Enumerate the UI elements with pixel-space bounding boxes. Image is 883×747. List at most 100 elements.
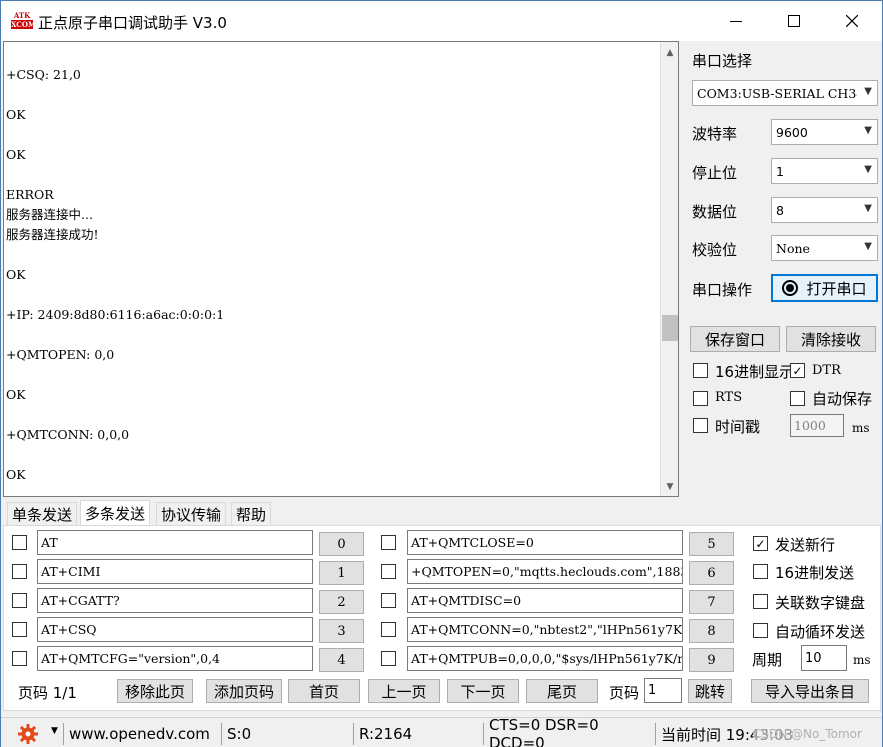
next-page-button[interactable]: 下一页 (447, 679, 519, 703)
logo-text-top: ATK (13, 11, 31, 20)
receive-line: +QMTOPEN: 0,0 (6, 347, 115, 362)
port-select[interactable]: COM3:USB-SERIAL CH340 ▼ (692, 80, 878, 106)
receive-area[interactable]: +CSQ: 21,0 OK OK ERROR 服务器连接中... 服务器连接成功! OK +I… (3, 41, 679, 497)
scroll-up-icon[interactable]: ▲ (661, 44, 678, 62)
receive-line: OK (6, 387, 26, 402)
hex-send-label: 16进制发送 (775, 564, 855, 582)
close-icon (846, 15, 858, 27)
send-command-button[interactable]: 8 (689, 619, 734, 643)
command-checkbox[interactable] (381, 622, 396, 637)
send-command-button[interactable]: 0 (319, 532, 364, 556)
receive-line: 服务器连接成功! (6, 227, 99, 242)
send-command-button[interactable]: 9 (689, 648, 734, 672)
tab-help[interactable]: 帮助 (231, 502, 272, 526)
baud-select[interactable]: 9600 ▼ (771, 119, 878, 145)
command-checkbox[interactable] (381, 593, 396, 608)
parity-label: 校验位 (692, 241, 738, 259)
command-input[interactable]: +QMTOPEN=0,"mqtts.heclouds.com",1883 (407, 559, 683, 584)
record-icon (782, 280, 799, 296)
command-checkbox[interactable] (12, 622, 27, 637)
gear-dropdown-icon[interactable]: ▼ (51, 726, 58, 736)
receive-line: OK (6, 467, 26, 482)
receive-line: OK (6, 267, 26, 282)
data-bits-label: 数据位 (692, 203, 738, 221)
prev-page-button[interactable]: 上一页 (368, 679, 440, 703)
minimize-icon (730, 20, 742, 22)
hex-display-label: 16进制显示 (715, 363, 795, 381)
import-export-button[interactable]: 导入导出条目 (751, 679, 869, 703)
send-command-button[interactable]: 7 (689, 590, 734, 614)
app-logo: ATK XCOM (11, 11, 36, 31)
stop-bits-value: 1 (776, 163, 784, 179)
chevron-down-icon: ▼ (864, 86, 872, 97)
receive-line (6, 165, 656, 185)
command-input[interactable]: AT+QMTCFG="version",0,4 (37, 646, 313, 671)
close-button[interactable] (823, 1, 881, 41)
send-newline-checkbox[interactable]: ✓ (753, 536, 768, 551)
page-input[interactable]: 1 (644, 678, 682, 703)
remove-page-button[interactable]: 移除此页 (117, 679, 193, 703)
command-checkbox[interactable] (12, 535, 27, 550)
first-page-button[interactable]: 首页 (288, 679, 360, 703)
rts-checkbox[interactable] (693, 391, 708, 406)
hex-display-checkbox[interactable] (693, 363, 708, 378)
watermark: CSDN @No_Tomor (753, 727, 862, 741)
gear-icon[interactable] (17, 723, 39, 745)
dtr-checkbox[interactable]: ✓ (790, 363, 805, 378)
last-page-button[interactable]: 尾页 (526, 679, 598, 703)
receive-scrollbar[interactable]: ▲ ▼ (660, 42, 678, 496)
tab-single-send[interactable]: 单条发送 (7, 502, 78, 526)
save-window-button[interactable]: 保存窗口 (690, 326, 780, 352)
send-command-button[interactable]: 5 (689, 532, 734, 556)
command-input[interactable]: AT+CIMI (37, 559, 313, 584)
timestamp-checkbox[interactable] (693, 418, 708, 433)
tab-protocol[interactable]: 协议传输 (156, 502, 227, 526)
command-input[interactable]: AT+QMTDISC=0 (407, 588, 683, 613)
link-keypad-checkbox[interactable] (753, 594, 768, 609)
jump-button[interactable]: 跳转 (688, 679, 732, 703)
parity-select[interactable]: None ▼ (771, 235, 878, 261)
command-input[interactable]: AT+QMTPUB=0,0,0,0,"$sys/lHPn561y7K/r (407, 646, 683, 671)
maximize-button[interactable] (765, 1, 823, 41)
command-checkbox[interactable] (381, 564, 396, 579)
send-command-button[interactable]: 6 (689, 561, 734, 585)
scroll-thumb[interactable] (662, 315, 678, 341)
command-input[interactable]: AT+CGATT? (37, 588, 313, 613)
hex-send-checkbox[interactable] (753, 564, 768, 579)
scroll-down-icon[interactable]: ▼ (661, 478, 678, 496)
command-input[interactable]: AT+CSQ (37, 617, 313, 642)
command-checkbox[interactable] (12, 564, 27, 579)
checkmark-icon: ✓ (792, 363, 803, 378)
open-port-button[interactable]: 打开串口 (771, 274, 878, 302)
checkmark-icon: ✓ (755, 536, 766, 551)
maximize-icon (788, 15, 800, 27)
website-link[interactable]: www.openedv.com (63, 723, 219, 745)
command-input[interactable]: AT+QMTCONN=0,"nbtest2","lHPn561y7K", (407, 617, 683, 642)
auto-save-checkbox[interactable] (790, 391, 805, 406)
receive-line (6, 445, 656, 465)
stop-bits-select[interactable]: 1 ▼ (771, 158, 878, 184)
clear-receive-button[interactable]: 清除接收 (786, 326, 876, 352)
data-bits-select[interactable]: 8 ▼ (771, 197, 878, 223)
timestamp-unit: ms (852, 421, 870, 435)
command-input[interactable]: AT (37, 530, 313, 555)
minimize-button[interactable] (707, 1, 765, 41)
page-indicator: 页码 1/1 (18, 684, 77, 702)
send-command-button[interactable]: 2 (319, 590, 364, 614)
command-checkbox[interactable] (381, 535, 396, 550)
timestamp-interval-input[interactable]: 1000 (790, 414, 844, 437)
add-page-button[interactable]: 添加页码 (206, 679, 282, 703)
period-input[interactable]: 10 (801, 645, 847, 671)
tab-multi-send[interactable]: 多条发送 (80, 500, 151, 526)
command-input[interactable]: AT+QMTCLOSE=0 (407, 530, 683, 555)
line-status: CTS=0 DSR=0 DCD=0 (483, 716, 653, 747)
receive-line: OK (6, 147, 26, 162)
receive-text: +CSQ: 21,0 OK OK ERROR 服务器连接中... 服务器连接成功! OK +I… (6, 65, 656, 485)
send-command-button[interactable]: 3 (319, 619, 364, 643)
send-command-button[interactable]: 1 (319, 561, 364, 585)
command-checkbox[interactable] (12, 651, 27, 666)
command-checkbox[interactable] (12, 593, 27, 608)
auto-loop-checkbox[interactable] (753, 623, 768, 638)
send-command-button[interactable]: 4 (319, 648, 364, 672)
command-checkbox[interactable] (381, 651, 396, 666)
